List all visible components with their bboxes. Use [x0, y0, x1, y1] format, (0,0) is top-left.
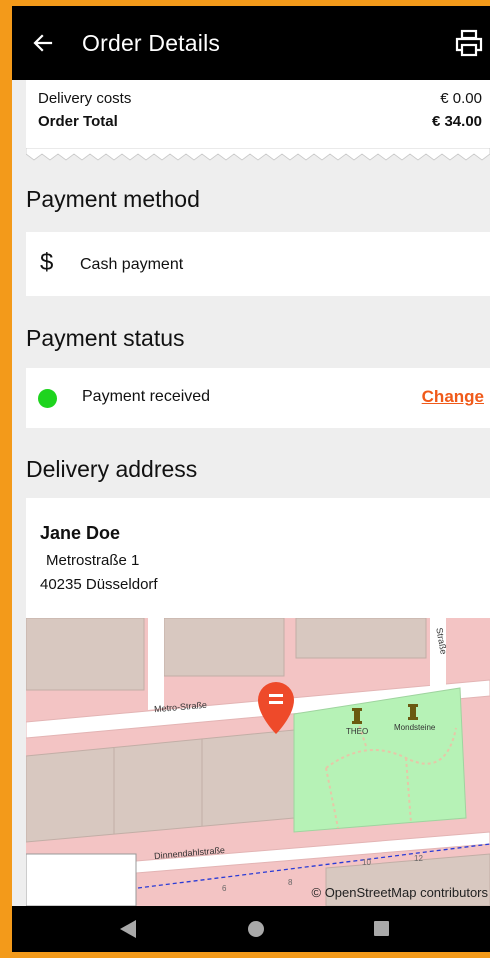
order-total-row: Order Total € 34.00	[38, 113, 482, 130]
order-total-value: € 34.00	[431, 113, 482, 130]
device-frame-bottom	[0, 952, 490, 958]
nav-home-icon[interactable]	[248, 921, 264, 937]
address-city: 40235 Düsseldorf	[40, 576, 158, 593]
map-poi-label: THEO	[346, 727, 369, 736]
status-dot-icon	[38, 389, 57, 408]
delivery-address-heading: Delivery address	[26, 456, 198, 482]
map-house-number: 10	[362, 858, 371, 867]
change-payment-status-link[interactable]: Change	[422, 387, 484, 407]
print-button[interactable]	[454, 28, 484, 58]
arrow-left-icon	[33, 34, 53, 52]
delivery-map[interactable]: Metro-Straße Dinnendahlstraße Straße THE…	[26, 618, 490, 906]
back-button[interactable]	[12, 6, 74, 80]
dollar-icon: $	[40, 249, 54, 276]
nav-back-icon[interactable]	[120, 920, 136, 938]
order-totals-card: Delivery costs € 0.00 Order Total € 34.0…	[26, 80, 490, 150]
delivery-address-card: Jane Doe Metrostraße 1 40235 Düsseldorf	[26, 498, 490, 618]
nav-recent-apps-icon[interactable]	[374, 921, 389, 936]
delivery-costs-row: Delivery costs € 0.00	[38, 90, 482, 107]
payment-method-heading: Payment method	[26, 186, 200, 212]
address-street: Metrostraße 1	[46, 552, 140, 569]
recipient-name: Jane Doe	[40, 523, 121, 543]
map-house-number: 12	[414, 854, 423, 863]
map-house-number: 6	[222, 884, 227, 893]
device-frame-left	[0, 0, 12, 958]
payment-status-card: Payment received Change	[26, 368, 490, 428]
payment-status-label: Payment received	[82, 388, 211, 405]
payment-status-heading: Payment status	[26, 325, 185, 351]
map-attribution[interactable]: © OpenStreetMap contributors	[312, 885, 489, 900]
map-poi-label: Mondsteine	[394, 723, 436, 732]
app-bar: Order Details	[12, 6, 490, 80]
delivery-costs-value: € 0.00	[440, 90, 482, 107]
order-total-label: Order Total	[38, 113, 118, 130]
map-house-number: 8	[288, 878, 293, 887]
receipt-zigzag-edge	[26, 148, 490, 161]
page-title: Order Details	[82, 29, 221, 56]
payment-method-label: Cash payment	[80, 256, 184, 273]
scroll-content[interactable]: Delivery costs € 0.00 Order Total € 34.0…	[12, 80, 490, 906]
system-navigation-bar	[12, 906, 490, 952]
payment-method-card: $ Cash payment	[26, 232, 490, 296]
printer-icon	[455, 29, 483, 57]
delivery-costs-label: Delivery costs	[38, 90, 132, 107]
